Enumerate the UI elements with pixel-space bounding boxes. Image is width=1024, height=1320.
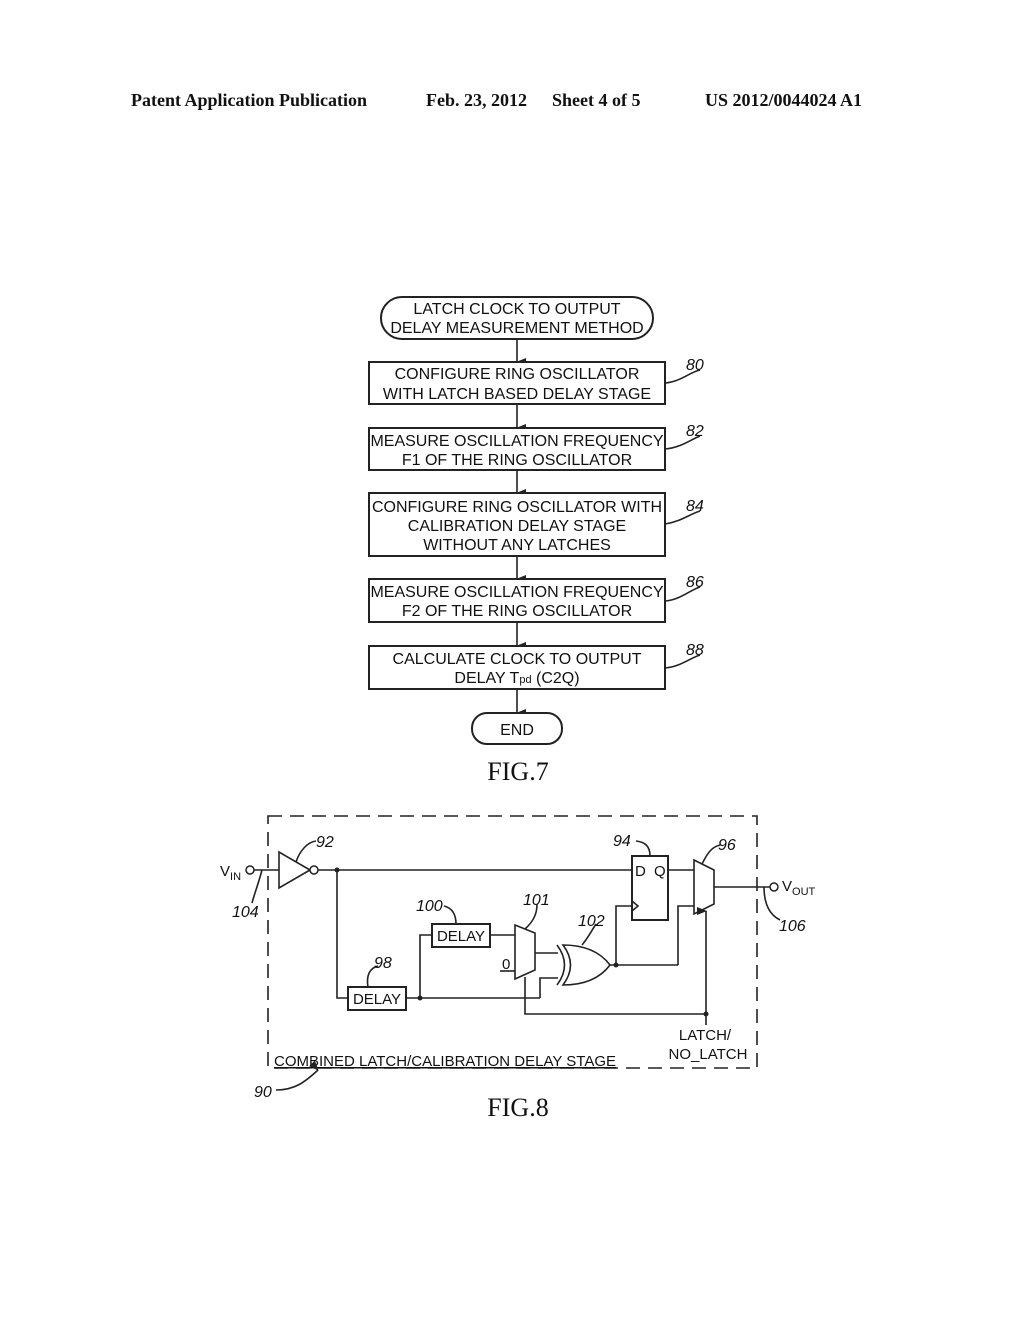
xor-gate-102: 102 xyxy=(556,913,612,986)
ref-106: 106 xyxy=(779,918,806,935)
mux-96: 96 xyxy=(693,837,736,916)
fig7-flowchart: LATCH CLOCK TO OUTPUT DELAY MEASUREMENT … xyxy=(368,296,704,786)
delay-100-label: DELAY xyxy=(437,928,485,945)
fig7-label: FIG.7 xyxy=(487,757,548,786)
flow-step-80: CONFIGURE RING OSCILLATOR WITH LATCH BAS… xyxy=(368,357,704,405)
control-line2: NO_LATCH xyxy=(669,1046,748,1063)
ref-80: 80 xyxy=(686,357,704,374)
leader-90 xyxy=(275,1060,319,1091)
ref-96: 96 xyxy=(718,837,736,854)
fig8-circuit: COMBINED LATCH/CALIBRATION DELAY STAGE 9… xyxy=(220,815,816,1122)
flipflop-94: D Q 94 xyxy=(613,833,669,921)
drawing-sheet: LATCH CLOCK TO OUTPUT DELAY MEASUREMENT … xyxy=(220,296,816,1122)
ff-d-label: D xyxy=(635,863,646,880)
start-line1: LATCH CLOCK TO OUTPUT xyxy=(413,301,620,318)
start-line2: DELAY MEASUREMENT METHOD xyxy=(390,320,643,337)
step-84-line1: CONFIGURE RING OSCILLATOR WITH xyxy=(372,499,662,516)
vin-terminal xyxy=(245,865,255,875)
vin-label: VIN xyxy=(220,863,241,883)
control-line1: LATCH/ xyxy=(679,1027,732,1044)
step-86-line1: MEASURE OSCILLATION FREQUENCY xyxy=(370,584,663,601)
fig8-label: FIG.8 xyxy=(487,1093,548,1122)
step-84-line2: CALIBRATION DELAY STAGE xyxy=(408,518,626,535)
step-82-line2: F1 OF THE RING OSCILLATOR xyxy=(402,452,632,469)
step-82-line1: MEASURE OSCILLATION FREQUENCY xyxy=(370,433,663,450)
flow-step-84: CONFIGURE RING OSCILLATOR WITH CALIBRATI… xyxy=(368,492,704,557)
end-label: END xyxy=(500,722,534,739)
flow-step-86: MEASURE OSCILLATION FREQUENCY F2 OF THE … xyxy=(368,574,704,623)
delay-98-label: DELAY xyxy=(353,991,401,1008)
delay-100: DELAY 100 xyxy=(416,898,491,948)
ref-82: 82 xyxy=(686,423,704,440)
ref-102: 102 xyxy=(578,913,605,930)
step-84-line3: WITHOUT ANY LATCHES xyxy=(423,537,611,554)
ref-92: 92 xyxy=(316,834,334,851)
ff-q-label: Q xyxy=(654,863,666,880)
leader-104 xyxy=(251,869,263,904)
ref-84: 84 xyxy=(686,498,704,515)
flow-step-88: CALCULATE CLOCK TO OUTPUT DELAY Tpd (C2Q… xyxy=(368,642,704,690)
step-86-line2: F2 OF THE RING OSCILLATOR xyxy=(402,603,632,620)
ref-86: 86 xyxy=(686,574,704,591)
ref-100: 100 xyxy=(416,898,443,915)
flow-step-82: MEASURE OSCILLATION FREQUENCY F1 OF THE … xyxy=(368,423,704,471)
ref-90: 90 xyxy=(254,1084,272,1101)
flow-end-terminal: END xyxy=(471,712,563,745)
vout-label: VOUT xyxy=(782,878,816,898)
delay-98: DELAY 98 xyxy=(347,955,407,1011)
stage-label: COMBINED LATCH/CALIBRATION DELAY STAGE xyxy=(274,1053,616,1070)
ref-104: 104 xyxy=(232,904,259,921)
step-88-line1: CALCULATE CLOCK TO OUTPUT xyxy=(393,651,642,668)
vout-terminal xyxy=(769,882,779,892)
step-88-line2: DELAY Tpd (C2Q) xyxy=(454,670,579,687)
ref-94: 94 xyxy=(613,833,631,850)
ref-88: 88 xyxy=(686,642,704,659)
flow-start-terminal: LATCH CLOCK TO OUTPUT DELAY MEASUREMENT … xyxy=(380,296,654,340)
ref-101: 101 xyxy=(523,892,550,909)
step-80-line2: WITH LATCH BASED DELAY STAGE xyxy=(383,386,651,403)
step-80-line1: CONFIGURE RING OSCILLATOR xyxy=(395,366,640,383)
inverter-92: 92 xyxy=(278,834,334,890)
ref-98: 98 xyxy=(374,955,392,972)
